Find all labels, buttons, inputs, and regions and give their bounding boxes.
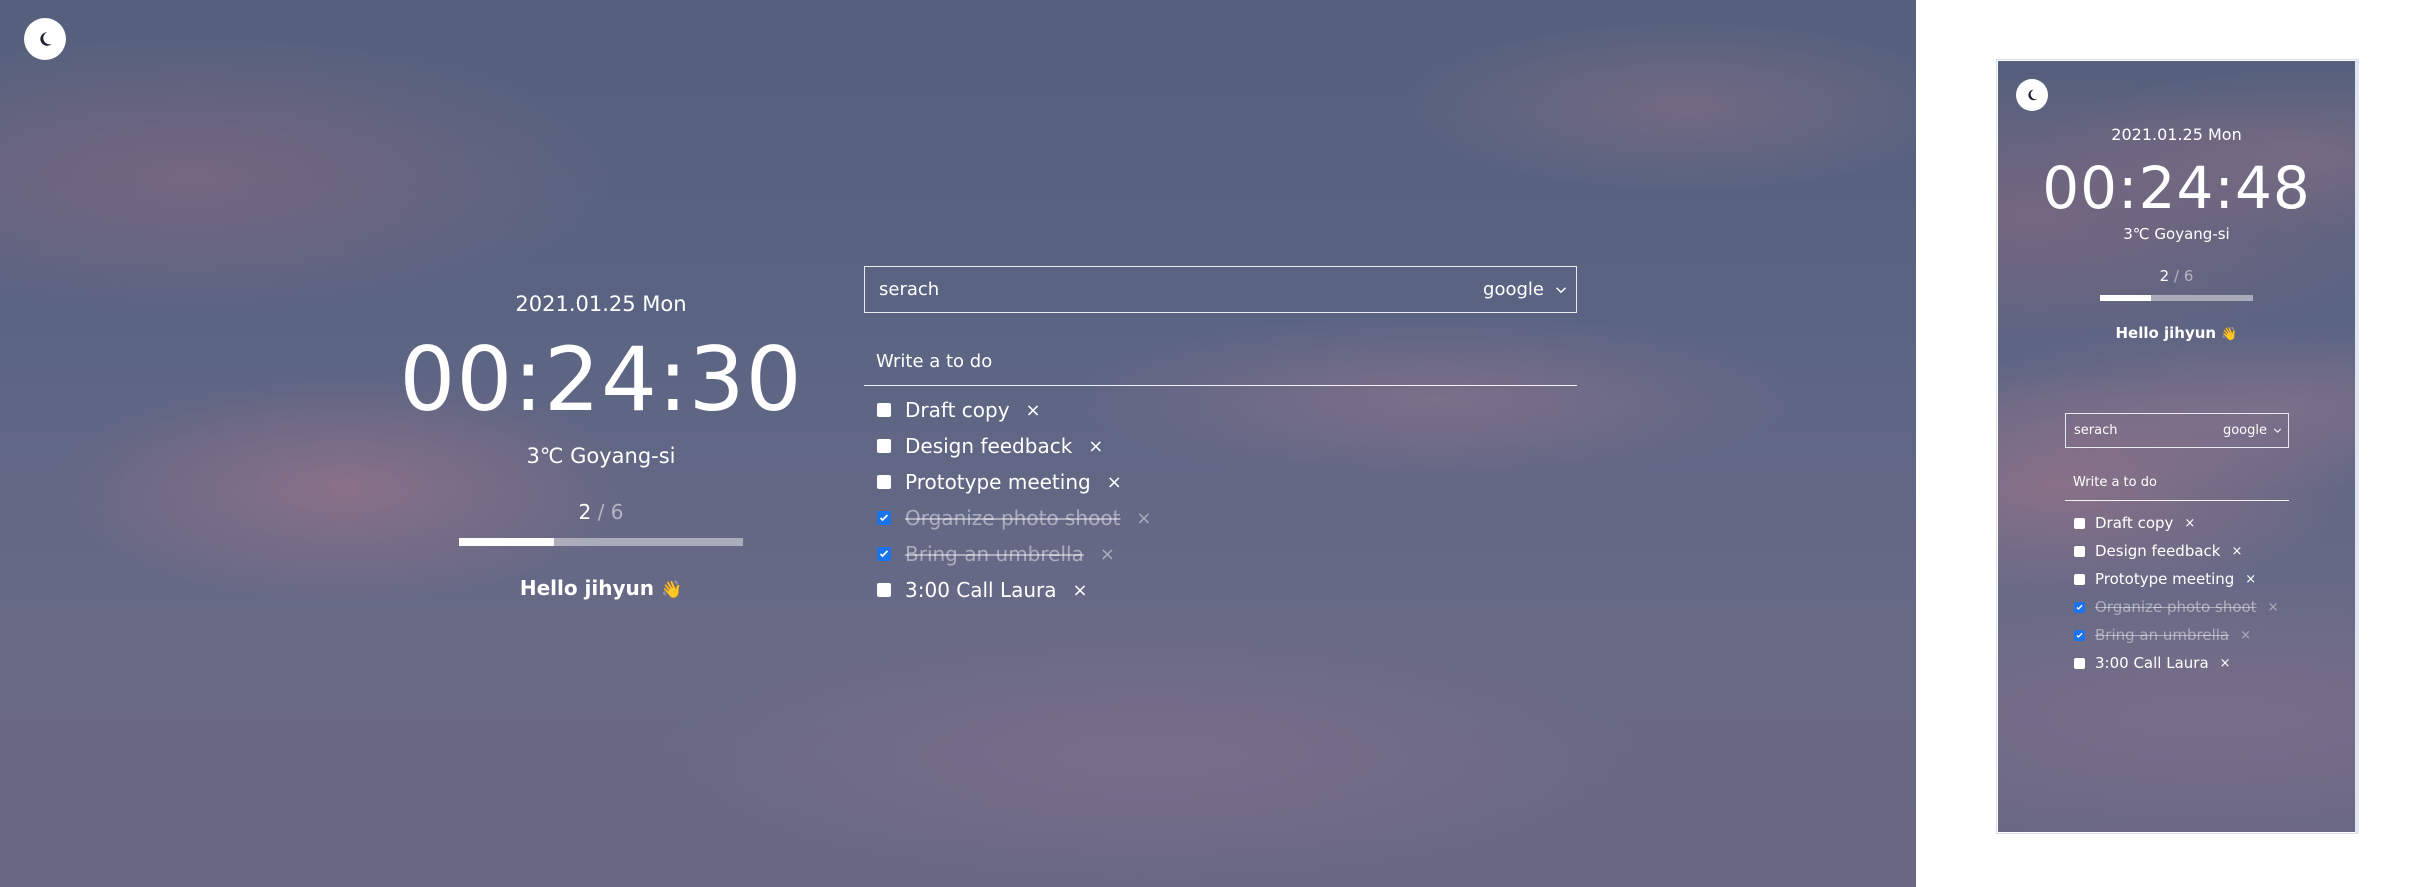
todo-checkbox[interactable]	[2074, 657, 2085, 669]
greeting-text: Hello jihyun	[2115, 324, 2217, 342]
search-engine-select[interactable]: google	[1483, 279, 1570, 300]
todo-checkbox[interactable]	[2074, 601, 2085, 613]
progress-count: 2 / 6	[526, 500, 676, 524]
todo-checkbox[interactable]	[2074, 629, 2085, 641]
search-engine-value: google	[1483, 279, 1544, 300]
todo-checkbox[interactable]	[877, 403, 891, 417]
delete-todo-button[interactable]: ×	[1073, 580, 1088, 601]
todo-text: Bring an umbrella	[2095, 626, 2230, 644]
progress-bar-fill	[459, 538, 554, 546]
clock-time-mobile: 00:24:48	[2042, 154, 2311, 222]
delete-todo-button[interactable]: ×	[2240, 628, 2251, 643]
delete-todo-button[interactable]: ×	[1136, 508, 1151, 529]
search-engine-select[interactable]: google	[2223, 423, 2284, 438]
todo-input-placeholder: Write a to do	[2073, 475, 2157, 490]
todo-text: Draft copy	[2095, 514, 2174, 532]
crescent-moon-icon	[2028, 89, 2038, 101]
greeting-text: Hello jihyun	[519, 576, 655, 600]
todo-list: Draft copy × Design feedback × Prototype mee…	[877, 392, 1477, 608]
date-label: 2021.01.25 Mon	[515, 292, 687, 316]
waving-hand-icon: 👋	[660, 580, 683, 600]
progress-total: 6	[2183, 267, 2194, 285]
greeting-mobile: Hello jihyun 👋	[1998, 324, 2355, 342]
delete-todo-button[interactable]: ×	[2245, 572, 2256, 587]
todo-list-mobile: Draft copy × Design feedback × Prototype mee…	[2074, 509, 2334, 677]
search-input[interactable]: serach	[879, 279, 939, 300]
todo-item: Bring an umbrella ×	[2074, 621, 2334, 649]
delete-todo-button[interactable]: ×	[2220, 656, 2231, 671]
desktop-view: 2021.01.25 Mon 00:24:30 3℃ Goyang-si 2 /…	[0, 0, 1916, 887]
todo-item: Design feedback ×	[877, 428, 1477, 464]
checkmark-icon	[2076, 604, 2083, 610]
todo-item: Organize photo shoot ×	[2074, 593, 2334, 621]
delete-todo-button[interactable]: ×	[1107, 472, 1122, 493]
delete-todo-button[interactable]: ×	[1026, 400, 1041, 421]
todo-text: Bring an umbrella	[905, 542, 1084, 566]
todo-text: Organize photo shoot	[905, 506, 1121, 530]
checkmark-icon	[879, 550, 889, 558]
todo-text: Draft copy	[905, 398, 1010, 422]
todo-checkbox[interactable]	[2074, 573, 2085, 585]
search-bar-mobile[interactable]: serach google	[2065, 413, 2289, 448]
progress-count-mobile: 2 / 6	[1998, 267, 2355, 285]
todo-item: Organize photo shoot ×	[877, 500, 1477, 536]
progress-done: 2	[578, 500, 592, 524]
todo-checkbox[interactable]	[877, 547, 891, 561]
todo-checkbox[interactable]	[877, 511, 891, 525]
todo-checkbox[interactable]	[877, 583, 891, 597]
theme-toggle-button[interactable]	[24, 18, 66, 60]
todo-checkbox[interactable]	[2074, 517, 2085, 529]
todo-text: 3:00 Call Laura	[905, 578, 1057, 602]
greeting: Hello jihyun 👋	[456, 576, 746, 600]
progress-separator: /	[2173, 267, 2180, 285]
search-input[interactable]: serach	[2074, 423, 2117, 438]
todo-checkbox[interactable]	[2074, 545, 2085, 557]
crescent-moon-icon	[40, 32, 52, 46]
chevron-down-icon	[2273, 428, 2282, 433]
date-label-mobile: 2021.01.25 Mon	[2111, 125, 2242, 144]
weather-label-mobile: 3℃ Goyang-si	[2123, 225, 2230, 243]
mobile-view: 2021.01.25 Mon 00:24:48 3℃ Goyang-si 2 /…	[1998, 61, 2355, 832]
chevron-down-icon	[1555, 286, 1567, 293]
todo-text: Prototype meeting	[2095, 570, 2235, 588]
todo-item: 3:00 Call Laura ×	[877, 572, 1477, 608]
weather-label: 3℃ Goyang-si	[526, 444, 676, 468]
theme-toggle-button-mobile[interactable]	[2016, 79, 2048, 111]
todo-item: Draft copy ×	[877, 392, 1477, 428]
todo-item: Bring an umbrella ×	[877, 536, 1477, 572]
progress-separator: /	[597, 500, 605, 524]
progress-done: 2	[2159, 267, 2170, 285]
todo-checkbox[interactable]	[877, 439, 891, 453]
search-engine-value: google	[2222, 423, 2267, 438]
progress-total: 6	[610, 500, 624, 524]
todo-text: 3:00 Call Laura	[2095, 654, 2209, 672]
delete-todo-button[interactable]: ×	[1100, 544, 1115, 565]
search-bar[interactable]: serach google	[864, 266, 1577, 313]
checkmark-icon	[2076, 632, 2083, 638]
todo-item: Prototype meeting ×	[2074, 565, 2334, 593]
todo-input[interactable]: Write a to do	[864, 346, 1577, 386]
delete-todo-button[interactable]: ×	[2231, 544, 2242, 559]
todo-checkbox[interactable]	[877, 475, 891, 489]
todo-text: Design feedback	[2095, 542, 2221, 560]
todo-text: Prototype meeting	[905, 470, 1091, 494]
progress-bar-fill	[2100, 295, 2151, 301]
delete-todo-button[interactable]: ×	[2268, 600, 2279, 615]
todo-item: Prototype meeting ×	[877, 464, 1477, 500]
progress-bar	[459, 538, 743, 546]
todo-text: Design feedback	[905, 434, 1073, 458]
todo-input-placeholder: Write a to do	[876, 351, 993, 372]
todo-item: Design feedback ×	[2074, 537, 2334, 565]
delete-todo-button[interactable]: ×	[2184, 516, 2195, 531]
progress-bar-mobile	[2100, 295, 2253, 301]
todo-item: 3:00 Call Laura ×	[2074, 649, 2334, 677]
todo-item: Draft copy ×	[2074, 509, 2334, 537]
checkmark-icon	[879, 514, 889, 522]
clock-time: 00:24:30	[399, 328, 803, 431]
todo-input-mobile[interactable]: Write a to do	[2065, 471, 2289, 501]
todo-text: Organize photo shoot	[2095, 598, 2257, 616]
delete-todo-button[interactable]: ×	[1088, 436, 1103, 457]
waving-hand-icon: 👋	[2221, 327, 2238, 342]
